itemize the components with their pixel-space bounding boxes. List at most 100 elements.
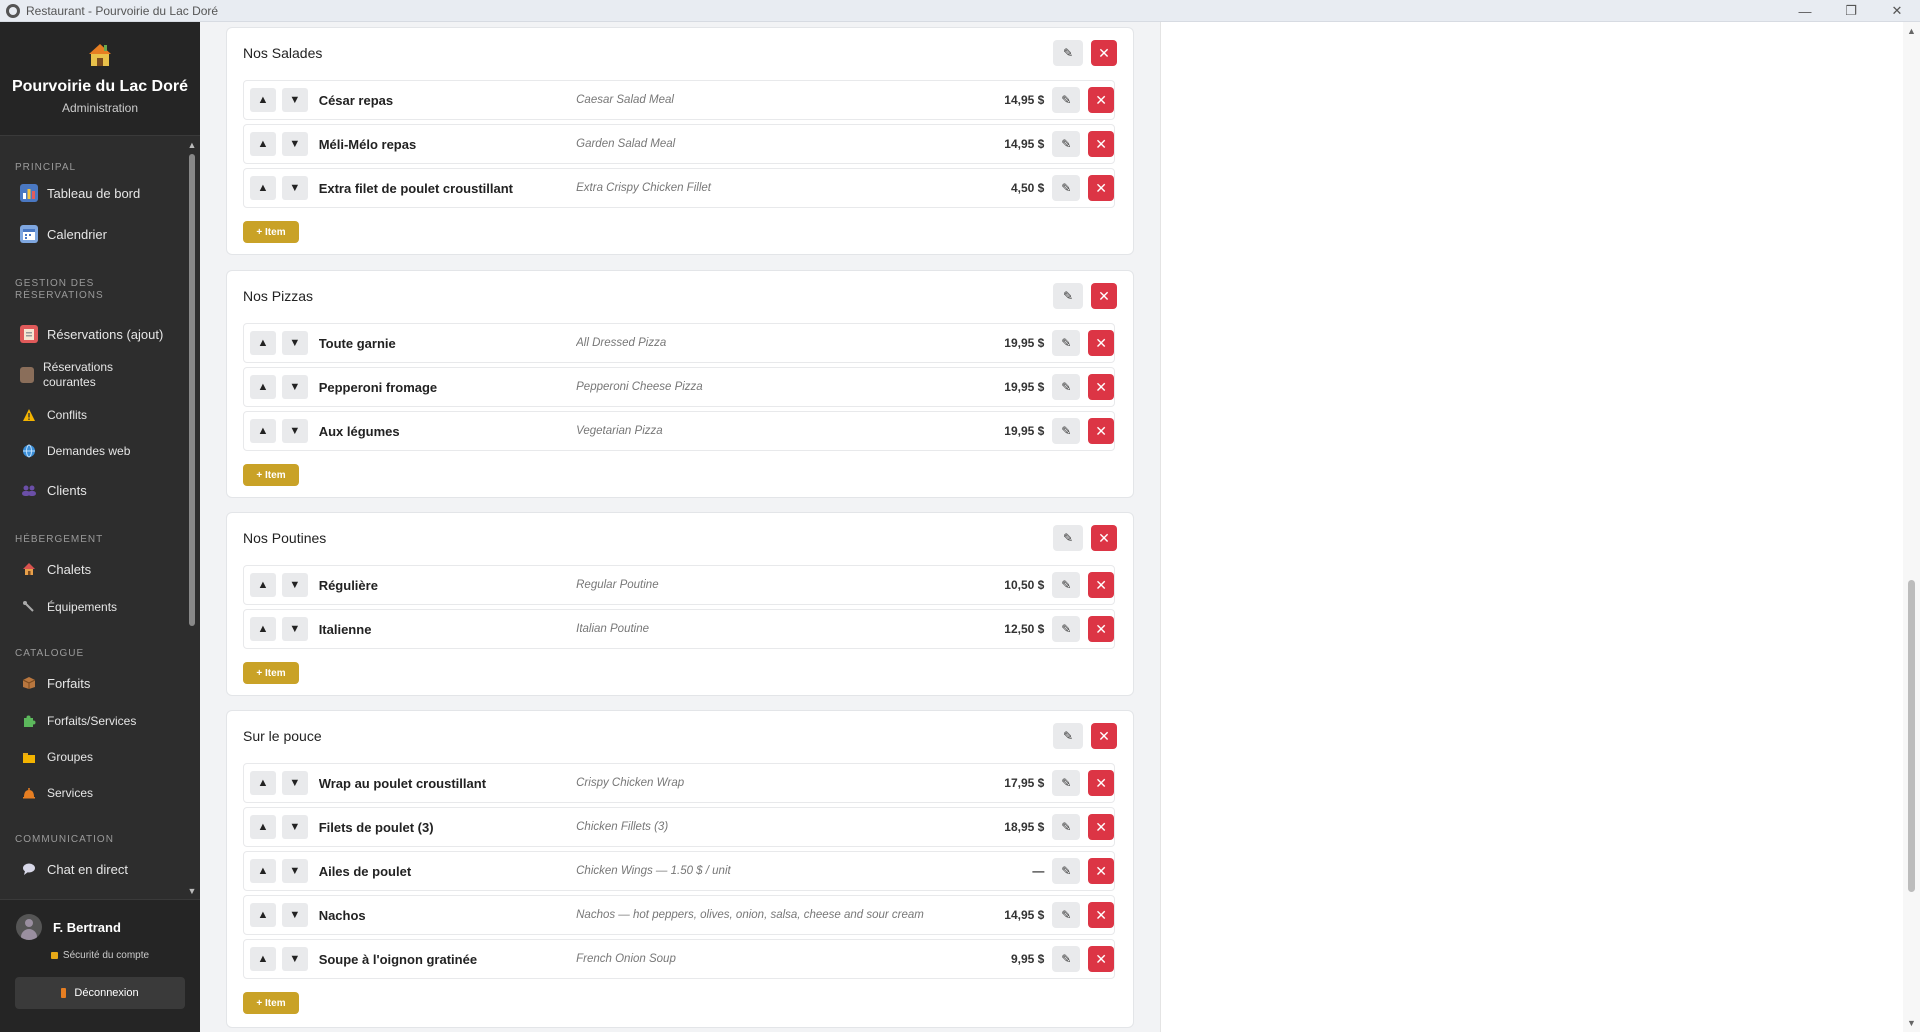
sidebar-item-calendar[interactable]: Calendrier (0, 219, 107, 249)
move-down-button[interactable]: ▼ (281, 176, 308, 200)
move-down-button[interactable]: ▼ (281, 903, 308, 927)
move-up-button[interactable]: ▲ (250, 132, 276, 156)
add-item-button[interactable]: + Item (243, 464, 299, 486)
delete-category-button[interactable]: ✕ (1091, 283, 1117, 309)
arrow-down-icon: ▼ (289, 821, 301, 833)
page-scrollbar[interactable]: ▲ ▼ (1903, 22, 1920, 1032)
edit-item-button[interactable]: ✎ (1052, 946, 1081, 972)
edit-item-button[interactable]: ✎ (1052, 330, 1081, 356)
edit-item-button[interactable]: ✎ (1052, 131, 1081, 157)
item-english-name: Garden Salad Meal (576, 138, 676, 150)
move-up-button[interactable]: ▲ (250, 573, 276, 597)
sidebar-item-chalets[interactable]: Chalets (0, 554, 91, 584)
move-down-button[interactable]: ▼ (281, 771, 308, 795)
close-window-button[interactable]: ✕ (1874, 0, 1920, 22)
page-scroll-thumb[interactable] (1908, 580, 1915, 892)
move-down-button[interactable]: ▼ (281, 331, 308, 355)
delete-category-button[interactable]: ✕ (1091, 723, 1117, 749)
delete-item-button[interactable]: ✕ (1088, 87, 1114, 113)
sidebar-scrollbar[interactable]: ▲ ▼ (186, 138, 198, 898)
move-up-button[interactable]: ▲ (250, 617, 276, 641)
delete-item-button[interactable]: ✕ (1088, 572, 1114, 598)
move-down-button[interactable]: ▼ (281, 947, 308, 971)
sidebar-item-web-requests[interactable]: Demandes web (0, 436, 130, 466)
move-up-button[interactable]: ▲ (250, 903, 276, 927)
sidebar-item-dashboard[interactable]: Tableau de bord (0, 178, 140, 208)
menu-item-row: ▲ ▼ Extra filet de poulet croustillant E… (243, 168, 1115, 208)
move-down-button[interactable]: ▼ (281, 573, 308, 597)
delete-item-button[interactable]: ✕ (1088, 770, 1114, 796)
edit-item-button[interactable]: ✎ (1052, 902, 1081, 928)
scroll-up-arrow-icon[interactable]: ▲ (1906, 26, 1917, 37)
delete-item-button[interactable]: ✕ (1088, 814, 1114, 840)
move-up-button[interactable]: ▲ (250, 859, 276, 883)
sidebar-item-packages[interactable]: Forfaits (0, 668, 90, 698)
edit-item-button[interactable]: ✎ (1052, 374, 1081, 400)
account-security-link[interactable]: Sécurité du compte (0, 950, 200, 961)
delete-category-button[interactable]: ✕ (1091, 40, 1117, 66)
add-item-button[interactable]: + Item (243, 662, 299, 684)
delete-item-button[interactable]: ✕ (1088, 374, 1114, 400)
maximize-button[interactable]: ❐ (1828, 0, 1874, 22)
move-down-button[interactable]: ▼ (281, 375, 308, 399)
delete-item-button[interactable]: ✕ (1088, 330, 1114, 356)
delete-item-button[interactable]: ✕ (1088, 131, 1114, 157)
edit-item-button[interactable]: ✎ (1052, 770, 1081, 796)
edit-item-button[interactable]: ✎ (1052, 87, 1081, 113)
add-item-button[interactable]: + Item (243, 221, 299, 243)
logout-button[interactable]: Déconnexion (15, 977, 185, 1009)
edit-item-button[interactable]: ✎ (1052, 418, 1081, 444)
move-up-button[interactable]: ▲ (250, 815, 276, 839)
pencil-icon: ✎ (1061, 137, 1072, 151)
edit-category-button[interactable]: ✎ (1053, 723, 1083, 749)
move-down-button[interactable]: ▼ (281, 88, 308, 112)
move-up-button[interactable]: ▲ (250, 88, 276, 112)
delete-item-button[interactable]: ✕ (1088, 902, 1114, 928)
move-up-button[interactable]: ▲ (250, 419, 276, 443)
move-up-button[interactable]: ▲ (250, 375, 276, 399)
move-down-button[interactable]: ▼ (281, 419, 308, 443)
sidebar-item-live-chat[interactable]: Chat en direct (0, 854, 128, 884)
sidebar-item-equipment[interactable]: Équipements (0, 592, 117, 622)
move-down-button[interactable]: ▼ (281, 617, 308, 641)
item-english-name: French Onion Soup (576, 953, 676, 965)
edit-item-button[interactable]: ✎ (1052, 175, 1081, 201)
delete-item-button[interactable]: ✕ (1088, 175, 1114, 201)
scroll-up-arrow-icon[interactable]: ▲ (187, 140, 197, 150)
edit-category-button[interactable]: ✎ (1053, 525, 1083, 551)
sidebar-item-packages-services[interactable]: Forfaits/Services (0, 706, 136, 736)
delete-item-button[interactable]: ✕ (1088, 616, 1114, 642)
edit-category-button[interactable]: ✎ (1053, 40, 1083, 66)
delete-item-button[interactable]: ✕ (1088, 858, 1114, 884)
move-up-button[interactable]: ▲ (250, 176, 276, 200)
sidebar-item-clients[interactable]: Clients (0, 475, 87, 505)
item-price: 12,50 $ (1004, 622, 1045, 636)
scroll-down-arrow-icon[interactable]: ▼ (1906, 1018, 1917, 1029)
delete-item-button[interactable]: ✕ (1088, 418, 1114, 444)
arrow-up-icon: ▲ (257, 381, 269, 393)
menu-item-row: ▲ ▼ Nachos Nachos — hot peppers, olives,… (243, 895, 1115, 935)
sidebar-item-reservations-current[interactable]: Réservations courantes (0, 358, 123, 392)
category-title: Nos Poutines (243, 530, 327, 546)
sidebar-item-services[interactable]: Services (0, 778, 93, 808)
minimize-button[interactable]: — (1782, 0, 1828, 22)
add-item-button[interactable]: + Item (243, 992, 299, 1014)
scroll-down-arrow-icon[interactable]: ▼ (187, 886, 197, 896)
edit-item-button[interactable]: ✎ (1052, 572, 1081, 598)
move-up-button[interactable]: ▲ (250, 947, 276, 971)
sidebar-item-conflicts[interactable]: Conflits (0, 400, 87, 430)
move-down-button[interactable]: ▼ (281, 815, 308, 839)
edit-item-button[interactable]: ✎ (1052, 814, 1081, 840)
move-down-button[interactable]: ▼ (281, 132, 308, 156)
sidebar-item-reservations-add[interactable]: Réservations (ajout) (0, 319, 163, 349)
move-down-button[interactable]: ▼ (281, 859, 308, 883)
delete-category-button[interactable]: ✕ (1091, 525, 1117, 551)
edit-category-button[interactable]: ✎ (1053, 283, 1083, 309)
sidebar-item-groups[interactable]: Groupes (0, 742, 93, 772)
move-up-button[interactable]: ▲ (250, 771, 276, 795)
sidebar-scroll-thumb[interactable] (189, 154, 195, 626)
move-up-button[interactable]: ▲ (250, 331, 276, 355)
edit-item-button[interactable]: ✎ (1052, 616, 1081, 642)
delete-item-button[interactable]: ✕ (1088, 946, 1114, 972)
edit-item-button[interactable]: ✎ (1052, 858, 1081, 884)
